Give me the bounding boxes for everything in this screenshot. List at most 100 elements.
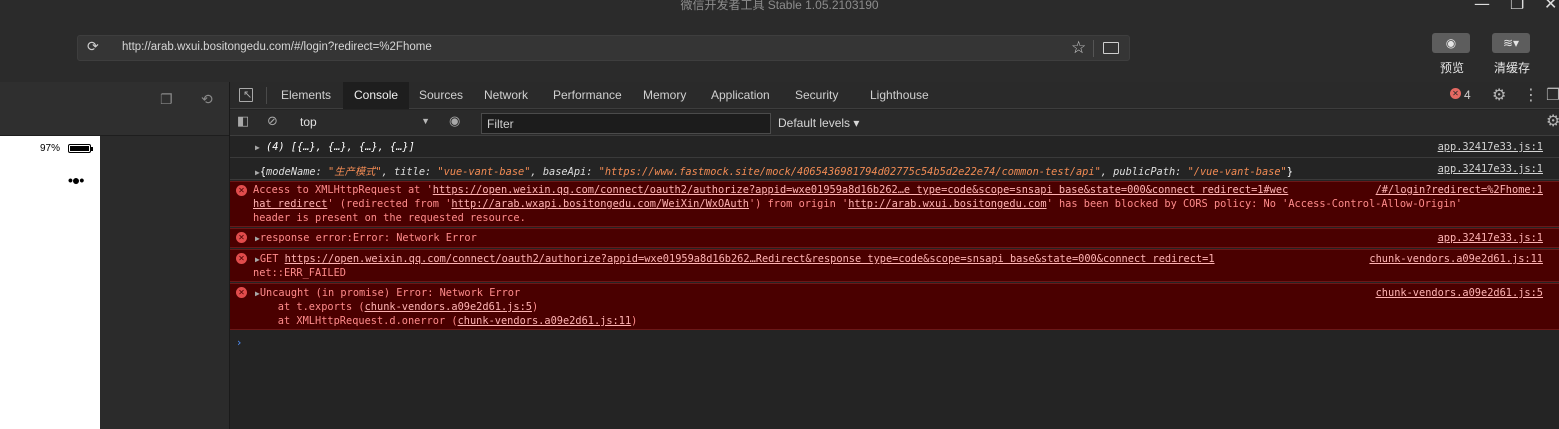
inspect-element-icon[interactable] <box>239 88 253 102</box>
rotate-icon[interactable]: ⟲ <box>201 92 213 108</box>
url-text[interactable]: http://arab.wxui.bositongedu.com/#/login… <box>122 41 432 53</box>
reload-icon[interactable]: ⟳ <box>87 39 103 55</box>
log-message[interactable]: ▶ (4) [{…}, {…}, {…}, {…}] <box>255 141 415 153</box>
error-url-link[interactable]: http://arab.wxui.bositongedu.com <box>848 198 1046 210</box>
object-value: "vue-vant-base" <box>437 166 531 178</box>
error-line-1: Access to XMLHttpRequest at 'https://ope… <box>253 184 1288 196</box>
context-select[interactable]: top ▼ <box>300 115 430 129</box>
console-prompt-icon[interactable]: › <box>237 336 241 349</box>
error-text: response error:Error: Network Error <box>259 232 477 244</box>
tab-separator <box>266 87 267 104</box>
stack-link[interactable]: chunk-vendors.a09e2d61.js:11 <box>458 315 632 327</box>
devtools-window: 微信开发者工具 Stable 1.05.2103190 — ❐ ✕ ⟳ http… <box>0 0 1559 429</box>
settings-gear-icon[interactable]: ⚙ <box>1492 85 1506 104</box>
error-line-2: hat redirect' (redirected from 'http://a… <box>253 198 1462 210</box>
battery-icon <box>68 144 93 153</box>
error-line-3: header is present on the requested resou… <box>253 212 526 224</box>
error-status: net::ERR_FAILED <box>253 267 346 279</box>
sidebar-toggle-icon[interactable]: ◧ <box>237 114 249 129</box>
eye-icon: ◉ <box>1445 36 1457 50</box>
error-count[interactable]: 4 <box>1464 88 1471 102</box>
title-bar: 微信开发者工具 Stable 1.05.2103190 — ❐ ✕ <box>0 0 1559 28</box>
filter-input[interactable] <box>481 113 771 134</box>
close-icon[interactable]: ✕ <box>1544 0 1557 13</box>
log-message[interactable]: ▶{modeName: "生产模式", title: "vue-vant-bas… <box>255 163 1293 178</box>
error-icon: ✕ <box>236 287 247 298</box>
source-link[interactable]: app.32417e33.js:1 <box>1438 141 1543 153</box>
clear-cache-button[interactable]: ≋▾ <box>1492 33 1530 53</box>
console-error-row[interactable]: ✕ ▶response error:Error: Network Error a… <box>230 228 1559 248</box>
dock-icon[interactable]: ❐ <box>1546 85 1559 104</box>
folder-icon[interactable] <box>1103 42 1119 54</box>
error-message[interactable]: ▶Uncaught (in promise) Error: Network Er… <box>255 287 520 299</box>
preview-button[interactable]: ◉ <box>1432 33 1470 53</box>
error-icon: ✕ <box>236 253 247 264</box>
error-count-icon[interactable]: ✕ <box>1450 88 1461 99</box>
chevron-down-icon: ▼ <box>421 116 430 126</box>
maximize-icon[interactable]: ❐ <box>1510 0 1524 13</box>
capsule-menu-icon[interactable]: •●• <box>68 172 84 188</box>
stack-frame: at t.exports (chunk-vendors.a09e2d61.js:… <box>253 301 538 313</box>
error-url-link[interactable]: https://open.weixin.qq.com/connect/oauth… <box>433 184 1289 196</box>
console-output: ▶ (4) [{…}, {…}, {…}, {…}] app.32417e33.… <box>230 137 1559 429</box>
error-url-link[interactable]: hat redirect <box>253 198 327 210</box>
tab-lighthouse[interactable]: Lighthouse <box>859 82 940 109</box>
tab-sources[interactable]: Sources <box>408 82 474 109</box>
http-method: GET <box>259 253 285 265</box>
object-value: "/vue-vant-base" <box>1187 166 1287 178</box>
tab-elements[interactable]: Elements <box>270 82 342 109</box>
more-menu-icon[interactable]: ⋮ <box>1523 85 1539 104</box>
minimize-icon[interactable]: — <box>1474 0 1490 13</box>
stack-text: ) <box>631 315 638 327</box>
tab-security[interactable]: Security <box>784 82 849 109</box>
expand-arrow-icon[interactable]: ▶ <box>255 143 260 152</box>
phone-screen: 97% •●• <box>0 136 100 429</box>
console-row[interactable]: ▶{modeName: "生产模式", title: "vue-vant-bas… <box>230 158 1559 180</box>
stack-text: at t.exports ( <box>253 301 365 313</box>
error-message[interactable]: ▶response error:Error: Network Error <box>255 232 477 244</box>
tab-performance[interactable]: Performance <box>542 82 633 109</box>
console-filter-bar: ◧ ⊘ top ▼ ◉ Default levels ▾ ⚙ <box>230 110 1559 136</box>
devtools-tabbar: Elements Console Sources Network Perform… <box>230 82 1559 109</box>
source-link[interactable]: chunk-vendors.a09e2d61.js:5 <box>1376 287 1543 299</box>
devtools-panel: Elements Console Sources Network Perform… <box>230 82 1559 429</box>
source-link[interactable]: chunk-vendors.a09e2d61.js:11 <box>1369 253 1543 265</box>
source-link[interactable]: /#/login?redirect=%2Fhome:1 <box>1376 184 1543 196</box>
error-text: ') from origin ' <box>748 198 849 210</box>
object-value: "生产模式" <box>328 166 382 178</box>
live-expression-eye-icon[interactable]: ◉ <box>449 114 460 129</box>
error-icon: ✕ <box>236 232 247 243</box>
window-title: 微信开发者工具 Stable 1.05.2103190 <box>680 0 879 12</box>
error-url-link[interactable]: http://arab.wxapi.bositongedu.com/WeiXin… <box>451 198 749 210</box>
error-text: Access to XMLHttpRequest at ' <box>253 184 433 196</box>
console-error-row[interactable]: ✕ Access to XMLHttpRequest at 'https://o… <box>230 181 1559 227</box>
stack-link[interactable]: chunk-vendors.a09e2d61.js:5 <box>365 301 532 313</box>
console-error-row[interactable]: ✕ ▶Uncaught (in promise) Error: Network … <box>230 283 1559 330</box>
tab-network[interactable]: Network <box>473 82 539 109</box>
star-icon[interactable]: ☆ <box>1071 38 1086 58</box>
object-value: "https://www.fastmock.site/mock/40654369… <box>598 166 1101 178</box>
simulator-header: ❐ ⟲ <box>0 82 229 136</box>
console-error-row[interactable]: ✕ ▶GET https://open.weixin.qq.com/connec… <box>230 249 1559 282</box>
object-key: , baseApi: <box>530 166 599 178</box>
error-icon: ✕ <box>236 185 247 196</box>
console-row[interactable]: ▶ (4) [{…}, {…}, {…}, {…}] app.32417e33.… <box>230 137 1559 158</box>
stack-text: at XMLHttpRequest.d.onerror ( <box>253 315 458 327</box>
clear-console-icon[interactable]: ⊘ <box>267 114 278 129</box>
error-text: ' (redirected from ' <box>327 198 452 210</box>
log-levels-dropdown[interactable]: Default levels ▾ <box>778 116 859 130</box>
object-key: , publicPath: <box>1100 166 1188 178</box>
source-link[interactable]: app.32417e33.js:1 <box>1438 163 1543 175</box>
source-link[interactable]: app.32417e33.js:1 <box>1438 232 1543 244</box>
object-key: modeName: <box>266 166 329 178</box>
tab-application[interactable]: Application <box>700 82 781 109</box>
console-settings-gear-icon[interactable]: ⚙ <box>1546 111 1559 130</box>
error-url-link[interactable]: https://open.weixin.qq.com/connect/oauth… <box>285 253 1215 265</box>
tab-memory[interactable]: Memory <box>632 82 697 109</box>
tab-console[interactable]: Console <box>343 82 410 109</box>
object-brace: } <box>1286 166 1293 178</box>
error-message[interactable]: ▶GET https://open.weixin.qq.com/connect/… <box>255 253 1215 265</box>
layers-icon: ≋▾ <box>1502 36 1520 50</box>
address-bar[interactable]: ⟳ http://arab.wxui.bositongedu.com/#/log… <box>77 35 1130 61</box>
window-toggle-icon[interactable]: ❐ <box>160 92 173 108</box>
